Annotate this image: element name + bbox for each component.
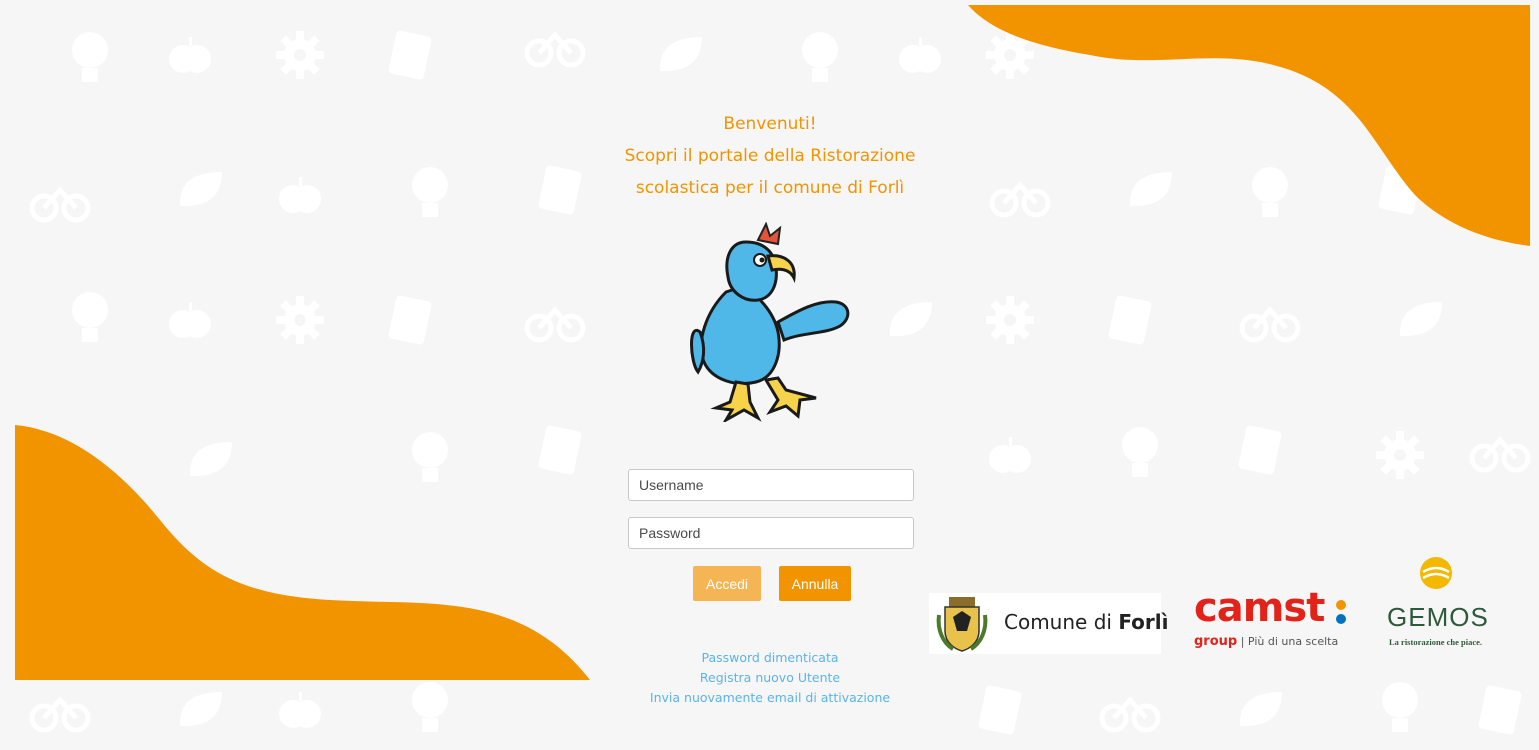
mascot-bird-icon	[690, 222, 850, 422]
top-right-orange-wave	[968, 5, 1530, 246]
username-input[interactable]	[628, 469, 914, 501]
account-links: Password dimenticata Registra nuovo Uten…	[620, 648, 920, 708]
comune-prefix: Comune di	[1004, 610, 1112, 634]
resend-activation-link[interactable]: Invia nuovamente email di attivazione	[620, 688, 920, 708]
camst-colon-dot-top	[1336, 600, 1346, 610]
register-user-link[interactable]: Registra nuovo Utente	[620, 668, 920, 688]
camst-colon-dot-bottom	[1336, 614, 1346, 624]
gemos-wordmark: GEMOS	[1387, 602, 1489, 632]
gemos-logo: GEMOS La ristorazione che piace.	[1385, 556, 1505, 652]
camst-group-logo: camst group | Più di una scelta	[1194, 585, 1354, 652]
comune-crest-icon	[936, 597, 988, 652]
camst-tagline: | Più di una scelta	[1240, 635, 1339, 648]
welcome-subtitle-line2: scolastica per il comune di Forlì	[635, 178, 905, 198]
annulla-button[interactable]: Annulla	[779, 566, 851, 601]
comune-city: Forlì	[1118, 610, 1169, 634]
gemos-sun-icon	[1420, 557, 1452, 589]
welcome-message: Benvenuti! Scopri il portale della Risto…	[520, 108, 1020, 204]
camst-group-text: group	[1194, 634, 1238, 649]
accedi-button[interactable]: Accedi	[693, 566, 761, 601]
bottom-left-orange-wave	[15, 425, 590, 680]
gemos-tagline: La ristorazione che piace.	[1389, 637, 1483, 647]
forgot-password-link[interactable]: Password dimenticata	[620, 648, 920, 668]
password-input[interactable]	[628, 517, 914, 549]
comune-name: Comune di Forlì	[1004, 610, 1168, 634]
welcome-title: Benvenuti!	[723, 114, 817, 134]
login-page: Benvenuti! Scopri il portale della Risto…	[0, 0, 1539, 750]
camst-subline: group | Più di una scelta	[1194, 634, 1338, 649]
comune-forli-logo: Comune di Forlì	[929, 593, 1168, 654]
welcome-subtitle-line1: Scopri il portale della Ristorazione	[624, 146, 916, 166]
camst-wordmark: camst	[1194, 585, 1325, 631]
